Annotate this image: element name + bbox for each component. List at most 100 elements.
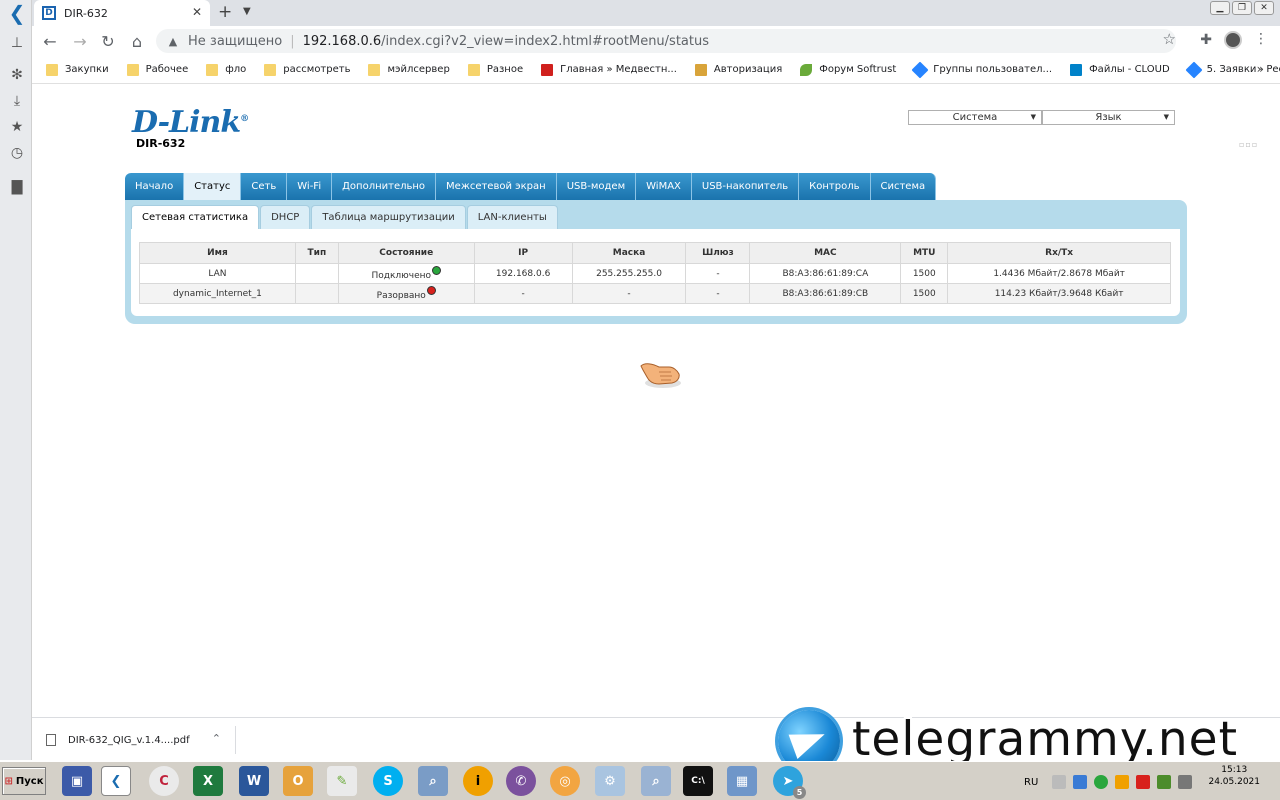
windows-flag-icon: ⊞ bbox=[4, 775, 13, 787]
new-tab-button[interactable]: + bbox=[218, 2, 232, 22]
menu-tab-home[interactable]: Начало bbox=[125, 173, 185, 200]
menu-tab-status[interactable]: Статус bbox=[184, 173, 242, 200]
system-select[interactable]: Система ▼ bbox=[908, 110, 1042, 125]
column-header[interactable]: MAC bbox=[749, 242, 902, 264]
orange-app-icon[interactable]: ◎ bbox=[550, 766, 580, 796]
menu-tab-firewall[interactable]: Межсетевой экран bbox=[436, 173, 557, 200]
column-header[interactable]: Имя bbox=[139, 242, 296, 264]
cell-rxtx: 1.4436 Мбайт/2.8678 Мбайт bbox=[947, 263, 1171, 284]
save-floppy-icon[interactable]: ▣ bbox=[62, 766, 92, 796]
bookmark-item[interactable]: Форум Softrust bbox=[800, 63, 896, 76]
pen-app-icon[interactable]: ✎ bbox=[327, 766, 357, 796]
skype-icon[interactable]: S bbox=[373, 766, 403, 796]
home-icon[interactable]: ⌂ bbox=[127, 31, 147, 51]
settings-gear-icon[interactable]: ✻ bbox=[8, 66, 26, 84]
column-header[interactable]: IP bbox=[473, 242, 573, 264]
bookmark-item[interactable]: Рабочее bbox=[126, 63, 188, 76]
menu-kebab-icon[interactable]: ⋮ bbox=[1254, 31, 1268, 47]
bookmark-item[interactable]: мэйлсервер bbox=[368, 63, 450, 76]
bookmark-item[interactable]: Разное bbox=[467, 63, 523, 76]
dots-icon: ▫▫▫ bbox=[1239, 140, 1259, 149]
search-tool-icon[interactable]: ⌕ bbox=[418, 766, 448, 796]
cell-name: dynamic_Internet_1 bbox=[139, 283, 296, 304]
telegram-icon[interactable]: ➤ 5 bbox=[773, 766, 806, 799]
menu-tab-usb-storage[interactable]: USB-накопитель bbox=[691, 173, 800, 200]
menu-tab-advanced[interactable]: Дополнительно bbox=[332, 173, 437, 200]
tab-search-chevron-icon[interactable]: ▼ bbox=[243, 6, 251, 17]
menu-tab-wimax[interactable]: WiMAX bbox=[636, 173, 692, 200]
download-icon[interactable]: ⤓ bbox=[8, 92, 26, 110]
app-logo-icon[interactable]: ❮ bbox=[8, 1, 26, 25]
chevron-up-icon[interactable]: ⌃ bbox=[212, 732, 221, 745]
tab-dhcp[interactable]: DHCP bbox=[260, 205, 311, 229]
display-tray-icon[interactable] bbox=[1178, 775, 1193, 789]
history-icon[interactable]: ◷ bbox=[8, 144, 26, 162]
menu-tab-system[interactable]: Система bbox=[870, 173, 937, 200]
bookmark-item[interactable]: Группы пользовател... bbox=[911, 61, 1052, 78]
bookmark-item[interactable]: рассмотреть bbox=[264, 63, 350, 76]
bookmark-star-icon[interactable]: ☆ bbox=[1163, 30, 1176, 48]
word-icon[interactable]: W bbox=[239, 766, 269, 796]
menu-tab-wifi[interactable]: Wi-Fi bbox=[287, 173, 333, 200]
column-header[interactable]: MTU bbox=[900, 242, 949, 264]
bookmark-item[interactable]: Закупки bbox=[46, 63, 109, 76]
bookmark-item[interactable]: 5. Заявки - Реестр м... bbox=[1185, 61, 1280, 78]
nvidia-tray-icon[interactable] bbox=[1157, 775, 1172, 789]
start-button[interactable]: ⊞ Пуск bbox=[2, 767, 46, 795]
bookmark-item[interactable]: Файлы - CLOUD bbox=[1070, 63, 1170, 76]
forward-arrow-icon[interactable]: → bbox=[70, 31, 90, 51]
magnifier-icon[interactable]: ⌕ bbox=[641, 766, 671, 796]
column-header[interactable]: Rx/Tx bbox=[947, 242, 1171, 264]
download-item[interactable]: DIR-632_QIG_v.1.4....pdf ⌃ bbox=[46, 726, 236, 754]
close-tab-icon[interactable]: ✕ bbox=[192, 5, 202, 19]
minimize-icon[interactable]: ▁ bbox=[1210, 1, 1230, 15]
menu-tab-control[interactable]: Контроль bbox=[799, 173, 871, 200]
warning-triangle-icon[interactable]: ▲ bbox=[166, 34, 180, 48]
terminal-icon[interactable]: C:\ bbox=[683, 766, 713, 796]
column-header[interactable]: Шлюз bbox=[685, 242, 751, 264]
info-icon[interactable]: i bbox=[463, 766, 493, 796]
menu-tab-network[interactable]: Сеть bbox=[241, 173, 288, 200]
flag-tray-icon[interactable] bbox=[1136, 775, 1151, 789]
browser-tab[interactable]: D DIR-632 ✕ bbox=[34, 0, 210, 26]
tab-routing-table[interactable]: Таблица маршрутизации bbox=[311, 205, 466, 229]
clock[interactable]: 15:13 24.05.2021 bbox=[1208, 764, 1260, 788]
table-row[interactable]: LAN Подключено 192.168.0.6 255.255.255.0… bbox=[139, 263, 1171, 284]
trash-icon[interactable]: ▇ bbox=[8, 178, 26, 196]
folder-icon bbox=[46, 63, 58, 76]
router-model: DIR-632 bbox=[136, 137, 186, 150]
check-tray-icon[interactable] bbox=[1094, 775, 1109, 789]
menu-tab-usb-modem[interactable]: USB-модем bbox=[556, 173, 637, 200]
viber-icon[interactable]: ✆ bbox=[506, 766, 536, 796]
network-tray-icon[interactable] bbox=[1073, 775, 1088, 789]
column-header[interactable]: Состояние bbox=[337, 242, 475, 264]
bookmark-item[interactable]: Авторизация bbox=[694, 63, 782, 76]
browser-app-icon[interactable]: ❮ bbox=[101, 766, 131, 796]
close-window-icon[interactable]: ✕ bbox=[1254, 1, 1274, 15]
restore-icon[interactable]: ❐ bbox=[1232, 1, 1252, 15]
orange-tray-icon[interactable] bbox=[1115, 775, 1130, 789]
ccleaner-icon[interactable]: C bbox=[149, 766, 179, 796]
column-header[interactable]: Маска bbox=[571, 242, 687, 264]
language-select[interactable]: Язык ▼ bbox=[1042, 110, 1175, 125]
volume-icon[interactable] bbox=[1052, 775, 1067, 789]
bookmark-item[interactable]: Главная » Медвестн... bbox=[541, 63, 677, 76]
reload-icon[interactable]: ↻ bbox=[98, 31, 118, 51]
language-indicator[interactable]: RU bbox=[1024, 777, 1038, 788]
excel-icon[interactable]: X bbox=[193, 766, 223, 796]
outlook-icon[interactable]: O bbox=[283, 766, 313, 796]
bookmarks-overflow-button[interactable]: » bbox=[1257, 62, 1264, 76]
remote-desktop-icon[interactable]: ▦ bbox=[727, 766, 757, 796]
pin-icon[interactable]: ⊥ bbox=[8, 34, 26, 52]
address-bar[interactable]: ▲ Не защищено | 192.168.0.6 /index.cgi?v… bbox=[156, 29, 1176, 53]
favorites-star-icon[interactable]: ★ bbox=[8, 118, 26, 136]
bookmark-item[interactable]: фло bbox=[206, 63, 246, 76]
profile-avatar[interactable] bbox=[1224, 31, 1242, 49]
table-row[interactable]: dynamic_Internet_1 Разорвано - - - B8:A3… bbox=[139, 283, 1171, 304]
column-header[interactable]: Тип bbox=[294, 242, 339, 264]
extensions-puzzle-icon[interactable]: ✚ bbox=[1200, 32, 1212, 48]
tab-lan-clients[interactable]: LAN-клиенты bbox=[466, 205, 558, 229]
back-arrow-icon[interactable]: ← bbox=[40, 31, 60, 51]
network-tool-icon[interactable]: ⚙ bbox=[595, 766, 625, 796]
tab-network-statistics[interactable]: Сетевая статистика bbox=[131, 205, 260, 229]
